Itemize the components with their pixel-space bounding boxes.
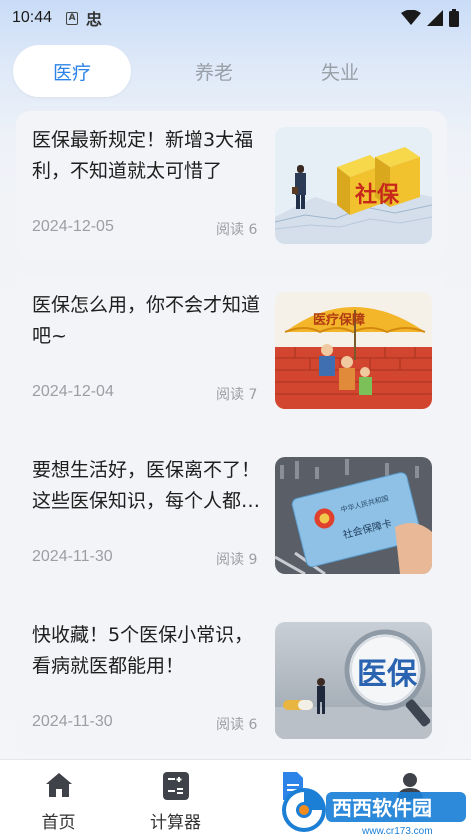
image-text: 社保 — [355, 182, 400, 208]
tab-unemployment[interactable]: 失业 — [281, 45, 399, 97]
image-text: 医保 — [357, 657, 418, 692]
article-date: 2024-11-30 — [32, 713, 113, 730]
article-read-count: 阅读 9 — [216, 552, 258, 568]
medical-umbrella-image: 医疗保障 — [275, 292, 432, 409]
article-card[interactable]: 医保最新规定！新增3大福利，不知道就太可惜了 2024-12-05 阅读 6 社… — [16, 111, 447, 259]
social-security-blocks-image: 社保 — [275, 127, 432, 244]
nav-home[interactable]: 首页 — [0, 760, 117, 839]
watermark-brand: 西西软件园 — [332, 796, 432, 820]
insurance-card-image: 中华人民共和国 社会保障卡 — [275, 457, 432, 574]
magnifier-image: 医保 — [275, 622, 432, 739]
nav-calculator-label: 计算器 — [150, 813, 201, 833]
tab-medical[interactable]: 医疗 — [13, 45, 131, 97]
signal-icon — [427, 10, 443, 26]
wifi-icon — [401, 10, 421, 25]
calculator-icon — [162, 772, 189, 800]
tab-pension[interactable]: 养老 — [155, 45, 273, 97]
status-time: 10:44 — [12, 9, 53, 26]
watermark-logo: 西西软件园 www.cr173.com — [276, 778, 471, 839]
article-title: 快收藏！5个医保小常识，看病就医都能用！ — [32, 624, 254, 677]
notification-app-icon: 忠 — [86, 10, 103, 29]
article-date: 2024-12-04 — [32, 383, 114, 400]
article-card[interactable]: 医保怎么用，你不会才知道吧~ 2024-12-04 阅读 7 医疗保障 — [16, 276, 447, 424]
nav-calculator[interactable]: 计算器 — [117, 760, 234, 839]
status-icons — [401, 9, 459, 27]
article-title: 医保最新规定！新增3大福利，不知道就太可惜了 — [32, 129, 254, 182]
article-card[interactable]: 快收藏！5个医保小常识，看病就医都能用！ 2024-11-30 阅读 6 医保 — [16, 606, 447, 754]
article-read-count: 阅读 7 — [216, 387, 258, 403]
category-tabs: 医疗 养老 失业 — [13, 44, 458, 98]
nav-home-label: 首页 — [41, 813, 76, 833]
article-read-count: 阅读 6 — [216, 717, 258, 733]
article-date: 2024-12-05 — [32, 218, 114, 235]
watermark-url: www.cr173.com — [361, 826, 433, 837]
battery-icon — [449, 9, 459, 27]
home-icon — [45, 773, 72, 797]
article-card[interactable]: 要想生活好，医保离不了！这些医保知识，每个人都应该知道 2024-11-30 阅… — [16, 441, 447, 589]
article-title: 要想生活好，医保离不了！这些医保知识，每个人都应该知道 — [32, 459, 261, 512]
article-read-count: 阅读 6 — [216, 222, 258, 238]
notification-app-icon: A — [66, 11, 79, 25]
status-bar: 10:44 A 忠 — [0, 0, 471, 36]
image-text: 医疗保障 — [313, 312, 365, 328]
article-date: 2024-11-30 — [32, 548, 113, 565]
article-title: 医保怎么用，你不会才知道吧~ — [32, 294, 261, 347]
